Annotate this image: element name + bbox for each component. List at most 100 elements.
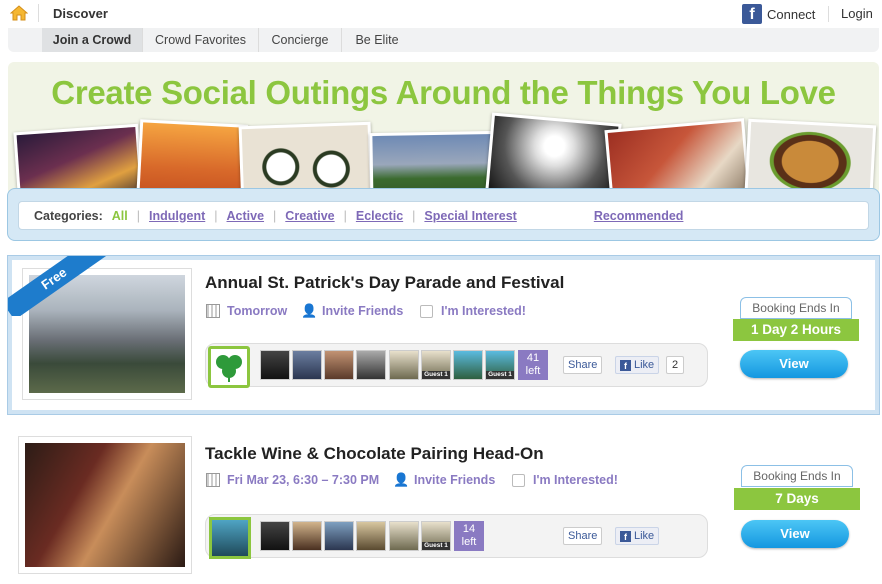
- category-eclectic[interactable]: Eclectic: [356, 209, 403, 223]
- like-count: 2: [666, 356, 685, 374]
- organizer-logo[interactable]: [208, 346, 250, 388]
- categories-label: Categories:: [34, 208, 103, 223]
- interested-label: I'm Interested!: [441, 304, 526, 318]
- invite-friends-link[interactable]: 👤 Invite Friends: [301, 303, 404, 319]
- interested-toggle[interactable]: I'm Interested!: [420, 304, 526, 318]
- guest-label: Guest 1: [422, 542, 450, 550]
- booking-ends-label: Booking Ends In: [741, 465, 853, 487]
- event-date-text: Fri Mar 23, 6:30 – 7:30 PM: [227, 473, 380, 487]
- avatar[interactable]: [260, 521, 290, 551]
- spots-left-badge: 14 left: [454, 521, 484, 551]
- divider: |: [214, 208, 218, 223]
- event-title[interactable]: Annual St. Patrick's Day Parade and Fest…: [205, 273, 564, 293]
- category-active[interactable]: Active: [227, 209, 265, 223]
- calendar-icon: [206, 473, 220, 487]
- category-creative[interactable]: Creative: [285, 209, 334, 223]
- tab-join-a-crowd[interactable]: Join a Crowd: [42, 28, 143, 52]
- guest-label: Guest 1: [422, 371, 450, 379]
- spots-left-count: 41: [526, 352, 540, 364]
- avatar[interactable]: [324, 521, 354, 551]
- category-all[interactable]: All: [112, 209, 128, 223]
- tab-crowd-favorites[interactable]: Crowd Favorites: [143, 28, 259, 52]
- tab-concierge[interactable]: Concierge: [259, 28, 342, 52]
- facebook-icon: f: [620, 359, 631, 371]
- invite-friends-link[interactable]: 👤 Invite Friends: [393, 472, 496, 488]
- event-date: Fri Mar 23, 6:30 – 7:30 PM: [206, 473, 379, 487]
- event-card: Tackle Wine & Chocolate Pairing Head-On …: [8, 432, 879, 577]
- facebook-share-button[interactable]: Share: [563, 527, 603, 545]
- shamrock-icon: [216, 355, 242, 382]
- guest-label: Guest 1: [486, 371, 514, 379]
- invite-friends-label: Invite Friends: [322, 304, 404, 318]
- booking-countdown: 7 Days: [734, 488, 860, 510]
- spots-left-badge: 41 left: [518, 350, 548, 380]
- share-label: Share: [568, 359, 598, 371]
- booking-countdown: 1 Day 2 Hours: [733, 319, 859, 341]
- view-button[interactable]: View: [741, 520, 849, 548]
- calendar-icon: [206, 304, 220, 318]
- avatar[interactable]: [389, 521, 419, 551]
- like-label: Like: [634, 359, 655, 371]
- divider: |: [136, 208, 141, 223]
- category-filter: Categories: All | Indulgent | Active | C…: [18, 201, 869, 230]
- spots-left-unit: left: [461, 536, 477, 548]
- avatar[interactable]: [356, 350, 386, 380]
- spots-left-unit: left: [525, 365, 541, 377]
- avatar[interactable]: Guest 1: [485, 350, 515, 380]
- avatar[interactable]: [324, 350, 354, 380]
- facebook-like-button[interactable]: f Like: [615, 527, 660, 545]
- add-person-icon: 👤: [301, 303, 318, 318]
- event-card: Free Annual St. Patrick's Day Parade and…: [8, 256, 879, 414]
- share-label: Share: [568, 530, 598, 542]
- add-person-icon: 👤: [393, 472, 410, 487]
- free-badge: Free: [8, 256, 107, 316]
- avatar[interactable]: [260, 350, 290, 380]
- category-special-interest[interactable]: Special Interest: [424, 209, 516, 223]
- interested-checkbox[interactable]: [420, 304, 433, 318]
- event-date-text: Tomorrow: [227, 304, 288, 318]
- booking-ends-label: Booking Ends In: [740, 297, 852, 319]
- event-date: Tomorrow: [206, 304, 287, 318]
- category-filter-bar: Categories: All | Indulgent | Active | C…: [7, 188, 880, 241]
- divider: [828, 6, 829, 22]
- crowd-members: Guest 1 14 left Share f Like: [205, 514, 708, 559]
- event-title[interactable]: Tackle Wine & Chocolate Pairing Head-On: [205, 444, 544, 464]
- facebook-share-button[interactable]: Share: [563, 356, 603, 374]
- section-title: Discover: [53, 6, 108, 21]
- interested-checkbox[interactable]: [512, 473, 525, 487]
- divider: |: [343, 208, 347, 223]
- login-link[interactable]: Login: [841, 6, 873, 21]
- crowd-members: Guest 1 Guest 1 41 left Share f Like 2: [205, 343, 708, 388]
- spots-left-count: 14: [462, 523, 476, 535]
- free-ribbon: Free: [8, 256, 108, 316]
- facebook-icon: f: [742, 4, 762, 24]
- like-label: Like: [634, 530, 655, 542]
- home-icon[interactable]: [10, 4, 28, 22]
- category-indulgent[interactable]: Indulgent: [149, 209, 205, 223]
- facebook-connect-button[interactable]: f Connect: [742, 3, 815, 25]
- avatar[interactable]: [292, 521, 322, 551]
- sub-nav: Join a Crowd Crowd Favorites Concierge B…: [8, 28, 879, 52]
- avatar[interactable]: Guest 1: [421, 350, 451, 380]
- avatar[interactable]: Guest 1: [421, 521, 451, 551]
- avatar[interactable]: [453, 350, 483, 380]
- category-recommended[interactable]: Recommended: [594, 209, 684, 223]
- facebook-like-button[interactable]: f Like: [615, 356, 660, 374]
- view-button[interactable]: View: [740, 350, 848, 378]
- invite-friends-label: Invite Friends: [414, 473, 496, 487]
- interested-toggle[interactable]: I'm Interested!: [512, 473, 618, 487]
- avatar[interactable]: [389, 350, 419, 380]
- interested-label: I'm Interested!: [533, 473, 618, 487]
- organizer-avatar[interactable]: [209, 517, 251, 559]
- event-image-wine[interactable]: [18, 436, 192, 574]
- divider: [38, 4, 39, 22]
- tab-be-elite[interactable]: Be Elite: [342, 28, 412, 52]
- divider: |: [412, 208, 416, 223]
- top-bar: Discover f Connect Login: [0, 0, 882, 28]
- avatar[interactable]: [292, 350, 322, 380]
- hero-title: Create Social Outings Around the Things …: [51, 74, 836, 111]
- divider: |: [273, 208, 277, 223]
- connect-label: Connect: [767, 6, 816, 22]
- avatar[interactable]: [356, 521, 386, 551]
- facebook-icon: f: [620, 530, 631, 542]
